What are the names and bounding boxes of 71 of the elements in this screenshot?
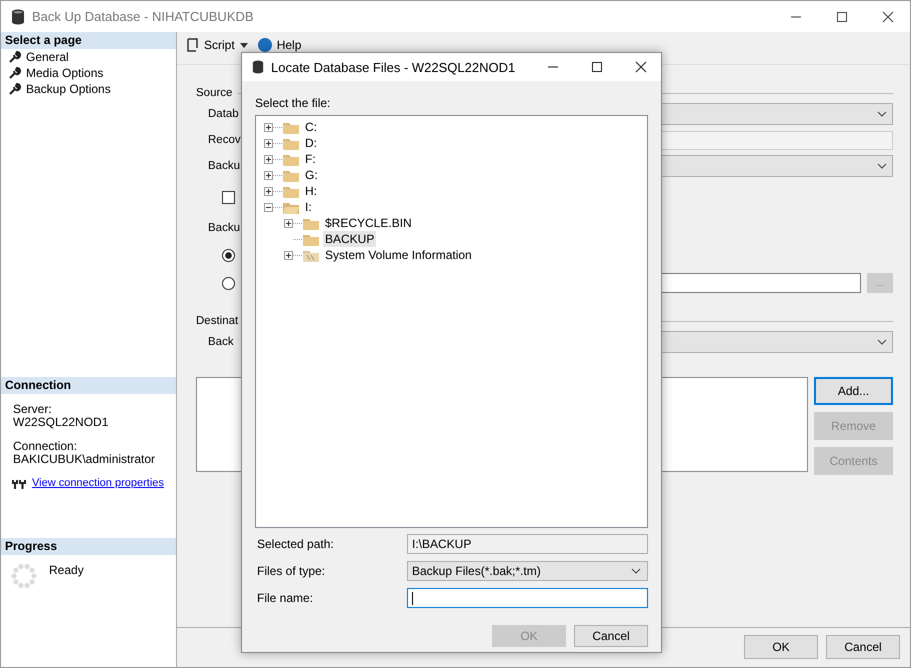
server-name: W22SQL22NOD1 xyxy=(13,416,110,429)
wrench-icon xyxy=(9,51,21,63)
collapse-icon[interactable] xyxy=(264,202,273,212)
script-button[interactable]: Script xyxy=(185,38,248,52)
close-icon[interactable] xyxy=(635,61,647,73)
expand-icon[interactable] xyxy=(264,138,273,148)
expand-icon[interactable] xyxy=(264,186,273,196)
field-label: Recov xyxy=(207,134,242,146)
database-icon xyxy=(11,8,25,24)
expand-icon[interactable] xyxy=(284,218,293,228)
dialog-button[interactable]: Cancel xyxy=(574,625,648,647)
expand-icon[interactable] xyxy=(264,154,273,164)
dialog-title: Locate Database Files - W22SQL22NOD1 xyxy=(271,60,516,74)
window-title: Back Up Database - NIHATCUBUKDB xyxy=(32,9,254,24)
tree-item[interactable]: F: xyxy=(303,151,318,167)
prompt-label: Select the file: xyxy=(255,96,332,110)
field-label: File name: xyxy=(256,591,314,605)
field-label: Selected path: xyxy=(256,537,335,551)
caret-icon xyxy=(240,42,248,48)
chevron-icon xyxy=(631,568,641,574)
help-button[interactable]: Help xyxy=(258,38,302,52)
plug-icon xyxy=(12,478,26,490)
maximize-icon[interactable] xyxy=(591,61,603,73)
dialog-button[interactable]: Add... xyxy=(814,377,893,405)
chevron-icon xyxy=(877,339,887,345)
tree-item[interactable]: I: xyxy=(303,199,314,215)
section-label: Destinat xyxy=(196,315,238,327)
expand-icon[interactable] xyxy=(284,250,293,260)
connection-user: BAKICUBUK\administrator xyxy=(13,453,156,466)
field-label: Backu xyxy=(207,160,241,172)
tree-item[interactable]: G: xyxy=(303,167,320,183)
field-label: Datab xyxy=(207,108,240,120)
checkbox[interactable] xyxy=(222,190,235,204)
tree-item[interactable]: $RECYCLE.BIN xyxy=(323,215,414,231)
close-icon[interactable] xyxy=(882,10,894,22)
connection-properties-link[interactable]: View connection properties xyxy=(32,477,164,490)
spinner-icon xyxy=(11,563,37,589)
tree-item[interactable]: System Volume Information xyxy=(323,247,474,263)
section-header: Connection xyxy=(1,377,176,394)
connection-label: Connection: xyxy=(13,440,78,453)
footer-button[interactable]: OK xyxy=(744,635,818,659)
radio-button[interactable] xyxy=(222,276,235,290)
wrench-icon xyxy=(9,67,21,79)
database-icon xyxy=(252,60,264,74)
wrench-icon xyxy=(9,83,21,95)
field-label: Back xyxy=(207,336,235,348)
tree-item[interactable]: D: xyxy=(303,135,319,151)
maximize-icon[interactable] xyxy=(836,10,848,22)
page-item[interactable]: Backup Options xyxy=(1,81,176,97)
footer-button[interactable]: Cancel xyxy=(826,635,900,659)
section-label: Source xyxy=(196,87,232,99)
group-label: Backu xyxy=(207,222,241,234)
tree-item[interactable]: C: xyxy=(303,119,319,135)
progress-status: Ready xyxy=(49,563,84,579)
file-type-dropdown[interactable]: Backup Files(*.bak;*.tm) xyxy=(407,561,648,581)
page-item[interactable]: Media Options xyxy=(1,65,176,81)
chevron-icon xyxy=(877,111,887,117)
selected-path-field: I:\BACKUP xyxy=(407,534,648,554)
expand-icon[interactable] xyxy=(264,170,273,180)
section-header: Progress xyxy=(1,538,176,555)
server-label: Server: xyxy=(13,403,53,416)
expand-icon[interactable] xyxy=(264,122,273,132)
page-item[interactable]: General xyxy=(1,49,176,65)
script-icon xyxy=(185,38,199,52)
field-label: Files of type: xyxy=(256,564,326,578)
section-header: Select a page xyxy=(1,32,176,49)
radio-button[interactable] xyxy=(222,248,235,262)
file-name-field[interactable] xyxy=(407,588,648,608)
chevron-icon xyxy=(877,163,887,169)
tree-item[interactable]: H: xyxy=(303,183,319,199)
tree-item[interactable]: BACKUP xyxy=(323,231,376,247)
